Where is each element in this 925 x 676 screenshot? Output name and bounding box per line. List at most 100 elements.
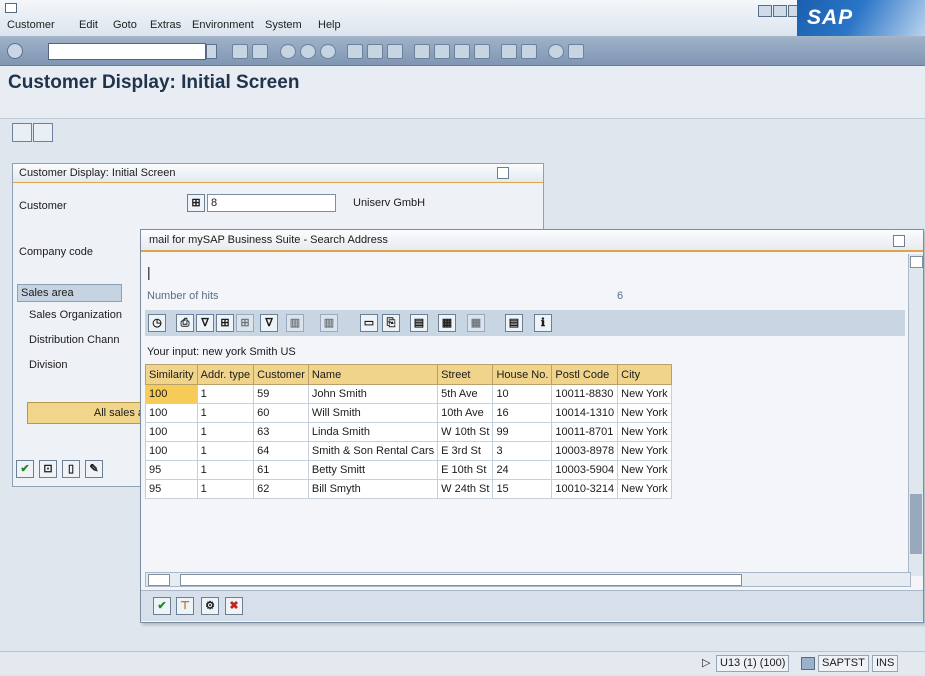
scroll-up-icon[interactable] (910, 256, 923, 268)
menu-edit[interactable]: Edit (79, 19, 98, 31)
where-used-icon[interactable]: ⊡ (39, 460, 57, 478)
session-icon[interactable] (801, 657, 815, 670)
filter-icon[interactable]: ∇ (196, 314, 214, 332)
table-cell[interactable]: 10003-8978 (551, 441, 619, 461)
table-cell[interactable]: Linda Smith (307, 422, 439, 442)
table-cell[interactable]: Will Smith (307, 403, 439, 423)
info-icon[interactable]: ℹ (534, 314, 552, 332)
table-cell[interactable]: Smith & Son Rental Cars (307, 441, 439, 461)
column-header[interactable]: City (617, 364, 672, 385)
table-cell[interactable]: 10th Ave (437, 403, 494, 423)
table-cell[interactable]: New York (617, 479, 672, 499)
table-cell[interactable]: 60 (253, 403, 309, 423)
table-cell[interactable]: New York (617, 422, 672, 442)
table-cell[interactable]: 1 (196, 403, 255, 423)
menu-extras[interactable]: Extras (150, 19, 181, 31)
settings-icon[interactable]: ⚙ (201, 597, 219, 615)
save-icon[interactable] (252, 44, 268, 59)
back-icon[interactable]: ◷ (148, 314, 166, 332)
column-header[interactable]: House No. (492, 364, 553, 385)
cancel-icon[interactable]: ✖ (225, 597, 243, 615)
column-header[interactable]: Addr. type (196, 364, 255, 385)
table-cell[interactable]: 100 (145, 403, 198, 423)
tab-sales-area[interactable]: Sales area (17, 284, 122, 302)
back-icon[interactable] (280, 44, 296, 59)
print-icon[interactable] (347, 44, 363, 59)
column-header[interactable]: Similarity (145, 364, 198, 385)
close-icon[interactable] (893, 235, 905, 247)
first-page-icon[interactable] (414, 44, 430, 59)
collapse-icon[interactable] (497, 167, 509, 179)
sort-icon[interactable]: ▥ (320, 314, 338, 332)
column-header[interactable]: Street (437, 364, 494, 385)
scroll-left-icon[interactable] (148, 574, 170, 586)
export-icon[interactable]: ⎘ (382, 314, 400, 332)
menu-environment[interactable]: Environment (192, 19, 254, 31)
table-row[interactable]: 100 1 60 Will Smith 10th Ave 16 10014-1310 New … (145, 403, 672, 423)
table-cell[interactable]: E 10th St (437, 460, 494, 480)
table-cell[interactable]: 100 (145, 422, 198, 442)
previous-page-icon[interactable] (434, 44, 450, 59)
minimize-icon[interactable] (758, 5, 772, 17)
command-dropdown-icon[interactable] (206, 44, 217, 59)
create-icon[interactable]: ▯ (62, 460, 80, 478)
table-cell[interactable]: 15 (492, 479, 553, 499)
save-icon[interactable] (232, 44, 248, 59)
table-cell[interactable]: 10011-8701 (551, 422, 619, 442)
scroll-thumb[interactable] (910, 494, 922, 554)
table-cell[interactable]: 1 (196, 422, 255, 442)
customer-input[interactable]: 8 (207, 194, 336, 212)
views-icon[interactable]: ▦ (467, 314, 485, 332)
table-cell[interactable]: New York (617, 460, 672, 480)
table-cell[interactable]: Betty Smitt (307, 460, 439, 480)
maximize-icon[interactable] (773, 5, 787, 17)
cancel-icon[interactable] (320, 44, 336, 59)
column-header[interactable]: Customer (253, 364, 309, 385)
table-row[interactable]: 100 1 59 John Smith 5th Ave 10 10011-8830 New Y… (145, 384, 672, 404)
find-next-icon[interactable] (387, 44, 403, 59)
table-cell[interactable]: 99 (492, 422, 553, 442)
table-cell[interactable]: W 24th St (437, 479, 494, 499)
layout-menu-icon[interactable] (568, 44, 584, 59)
table-cell[interactable]: New York (617, 384, 672, 404)
window-menu-icon[interactable] (5, 3, 17, 13)
check-icon[interactable]: ✔ (153, 597, 171, 615)
graphic-icon[interactable]: ▦ (438, 314, 456, 332)
check-icon[interactable]: ✔ (16, 460, 34, 478)
menu-goto[interactable]: Goto (113, 19, 137, 31)
filter-icon[interactable]: ⊤ (176, 597, 194, 615)
table-cell[interactable]: E 3rd St (437, 441, 494, 461)
table-cell[interactable]: 24 (492, 460, 553, 480)
layout-icon[interactable]: ▤ (410, 314, 428, 332)
subtotal-icon[interactable]: ▥ (286, 314, 304, 332)
column-header[interactable]: Postl Code (551, 364, 619, 385)
table-cell[interactable]: 3 (492, 441, 553, 461)
table-cell[interactable]: W 10th St (437, 422, 494, 442)
shortcut-icon[interactable] (521, 44, 537, 59)
table-cell[interactable]: 10003-5904 (551, 460, 619, 480)
table-cell[interactable]: 95 (145, 479, 198, 499)
help-icon[interactable] (548, 44, 564, 59)
menu-system[interactable]: System (265, 19, 302, 31)
sum-icon[interactable]: ∇ (260, 314, 278, 332)
find-icon[interactable] (367, 44, 383, 59)
last-page-icon[interactable] (474, 44, 490, 59)
table-cell[interactable]: 1 (196, 384, 255, 404)
table-cell[interactable]: 10010-3214 (551, 479, 619, 499)
table-cell[interactable]: 16 (492, 403, 553, 423)
all-sales-areas-button[interactable]: All sales a (27, 402, 147, 424)
print-icon[interactable]: ⎙ (176, 314, 194, 332)
new-session-icon[interactable] (501, 44, 517, 59)
table-cell[interactable]: New York (617, 441, 672, 461)
table-cell[interactable]: 59 (253, 384, 309, 404)
find-next-icon[interactable]: ⊞ (236, 314, 254, 332)
next-page-icon[interactable] (454, 44, 470, 59)
change-icon[interactable]: ✎ (85, 460, 103, 478)
menu-help[interactable]: Help (318, 19, 341, 31)
table-cell[interactable]: 5th Ave (437, 384, 494, 404)
search-help-icon[interactable]: ⊞ (187, 194, 205, 212)
table-cell[interactable]: 10014-1310 (551, 403, 619, 423)
table-cell[interactable]: 10011-8830 (551, 384, 619, 404)
table-cell[interactable]: 62 (253, 479, 309, 499)
table-cell[interactable]: New York (617, 403, 672, 423)
